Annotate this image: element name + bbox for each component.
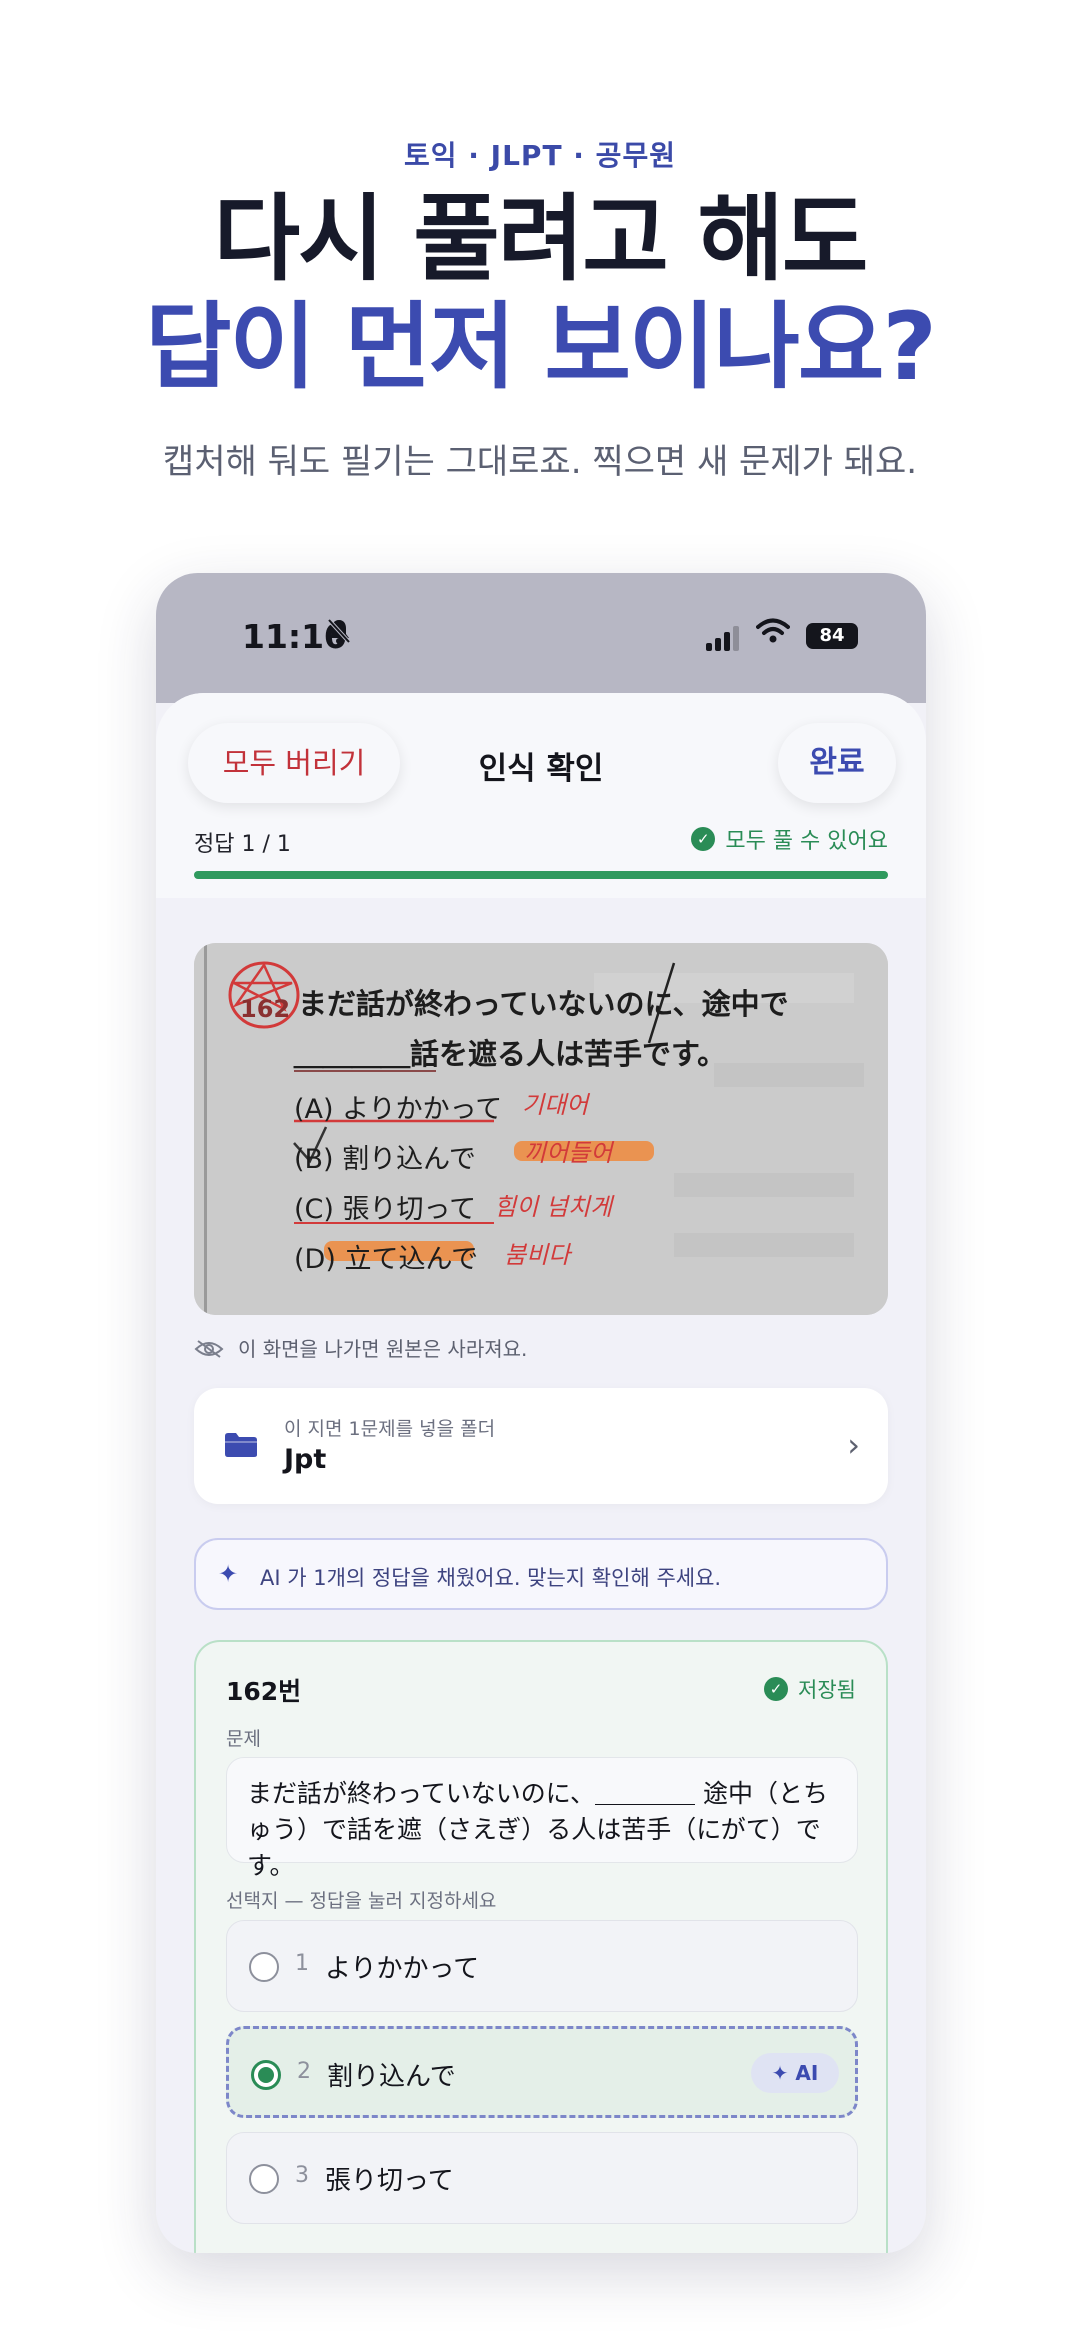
folder-caption: 이 지면 1문제를 넣을 폴더 xyxy=(284,1418,496,1440)
choice-text: 割り込んで xyxy=(327,2062,456,2092)
check-circle-icon: ✓ xyxy=(691,827,716,851)
progress-fill xyxy=(194,871,888,879)
solvable-text: 모두 풀 수 있어요 xyxy=(725,829,888,854)
photo-option-d: (D) 立て込んで xyxy=(294,1244,479,1275)
ai-badge: ✦ AI xyxy=(751,2053,839,2093)
captured-photo: 162 まだ話が終わっていないのに、途中で ＿＿＿＿話を遮る人は苦手です。 (A… xyxy=(194,943,888,1315)
photo-line-2: ＿＿＿＿話を遮る人は苦手です。 xyxy=(294,1037,727,1071)
photo-note-c: 힘이 넘치게 xyxy=(494,1193,613,1221)
photo-option-c: (C) 張り切って xyxy=(294,1194,477,1225)
choice-option-3[interactable]: 3 張り切って xyxy=(226,2132,858,2224)
answer-count: 정답 1 / 1 xyxy=(194,832,291,857)
saved-text: 저장됨 xyxy=(798,1678,856,1702)
ai-badge-label: AI xyxy=(795,2061,819,2085)
chevron-right-icon: › xyxy=(847,1426,860,1464)
bell-muted-icon xyxy=(326,617,352,652)
folder-icon xyxy=(224,1432,258,1458)
privacy-hint: 이 화면을 나가면 원본은 사라져요. xyxy=(194,1333,527,1362)
choice-option-1[interactable]: 1 よりかかって xyxy=(226,1920,858,2012)
radio-button[interactable] xyxy=(249,2164,279,2194)
radio-button-selected[interactable] xyxy=(251,2060,281,2090)
choice-number: 1 xyxy=(295,1951,309,1976)
signal-icon xyxy=(706,625,739,651)
sparkle-icon: ✦ xyxy=(771,2061,796,2085)
folder-selector[interactable]: 이 지면 1문제를 넣을 폴더 Jpt › xyxy=(194,1388,888,1504)
question-card: 162번 ✓ 저장됨 문제 まだ話が終わっていないのに、＿＿＿＿ 途中（とちゅう… xyxy=(194,1640,888,2253)
radio-button[interactable] xyxy=(249,1952,279,1982)
photo-option-a: (A) よりかかって xyxy=(294,1094,503,1125)
folder-name: Jpt xyxy=(284,1444,327,1475)
choice-number: 2 xyxy=(297,2059,311,2084)
tagline: 토익 · JLPT · 공무원 xyxy=(404,139,676,172)
problem-text-field[interactable]: まだ話が終わっていないのに、＿＿＿＿ 途中（とちゅう）で話を遮（さえぎ）る人は苦… xyxy=(226,1757,858,1880)
sheet-header: 모두 버리기 인식 확인 완료 정답 1 / 1 ✓ 모두 풀 수 있어요 xyxy=(156,693,926,898)
choices-label: 선택지 — 정답을 눌러 지정하세요 xyxy=(226,1890,497,1912)
photo-line-1: まだ話が終わっていないのに、途中で xyxy=(298,987,789,1021)
photo-note-d: 붐비다 xyxy=(504,1241,571,1269)
status-bar: 11:10 84 xyxy=(156,573,926,703)
choice-text: 張り切って xyxy=(325,2166,454,2196)
choice-text: よりかかって xyxy=(325,1954,480,1984)
subtitle: 캡처해 둬도 필기는 그대로죠. 찍으면 새 문제가 돼요. xyxy=(162,442,918,482)
check-circle-icon: ✓ xyxy=(764,1677,789,1701)
photo-note-a: 기대어 xyxy=(522,1091,589,1119)
progress-bar xyxy=(194,871,888,879)
photo-option-b: (B) 割り込んで xyxy=(294,1144,476,1175)
ai-banner-text: AI 가 1개의 정답을 채웠어요. 맞는지 확인해 주세요. xyxy=(260,1566,722,1590)
question-number: 162번 xyxy=(226,1677,302,1706)
sparkle-icon: ✦ xyxy=(218,1560,239,1588)
phone-mockup: 11:10 84 모두 버리기 인식 확인 완료 정답 1 / 1 ✓ 모두 풀… xyxy=(156,573,926,2253)
photo-note-b: 끼어들어 xyxy=(524,1139,613,1167)
choice-option-2[interactable]: 2 割り込んで ✦ AI xyxy=(226,2026,858,2118)
saved-status: ✓ 저장됨 xyxy=(764,1674,856,1704)
headline: 다시 풀려고 해도 답이 먼저 보이나요? xyxy=(0,186,1080,402)
done-button[interactable]: 완료 xyxy=(778,723,896,803)
battery-icon: 84 xyxy=(806,623,858,649)
solvable-status: ✓ 모두 풀 수 있어요 xyxy=(691,823,888,855)
choice-number: 3 xyxy=(295,2163,309,2188)
recognition-sheet: 모두 버리기 인식 확인 완료 정답 1 / 1 ✓ 모두 풀 수 있어요 16… xyxy=(156,693,926,2253)
ai-fill-banner: ✦ AI 가 1개의 정답을 채웠어요. 맞는지 확인해 주세요. xyxy=(194,1538,888,1610)
headline-line-2: 답이 먼저 보이나요? xyxy=(145,293,937,402)
headline-line-1: 다시 풀려고 해도 xyxy=(213,185,869,294)
wifi-icon xyxy=(756,617,790,652)
privacy-hint-text: 이 화면을 나가면 원본은 사라져요. xyxy=(238,1337,528,1361)
problem-label: 문제 xyxy=(226,1728,261,1750)
eye-off-icon xyxy=(194,1339,224,1358)
photo-number: 162 xyxy=(240,995,291,1023)
